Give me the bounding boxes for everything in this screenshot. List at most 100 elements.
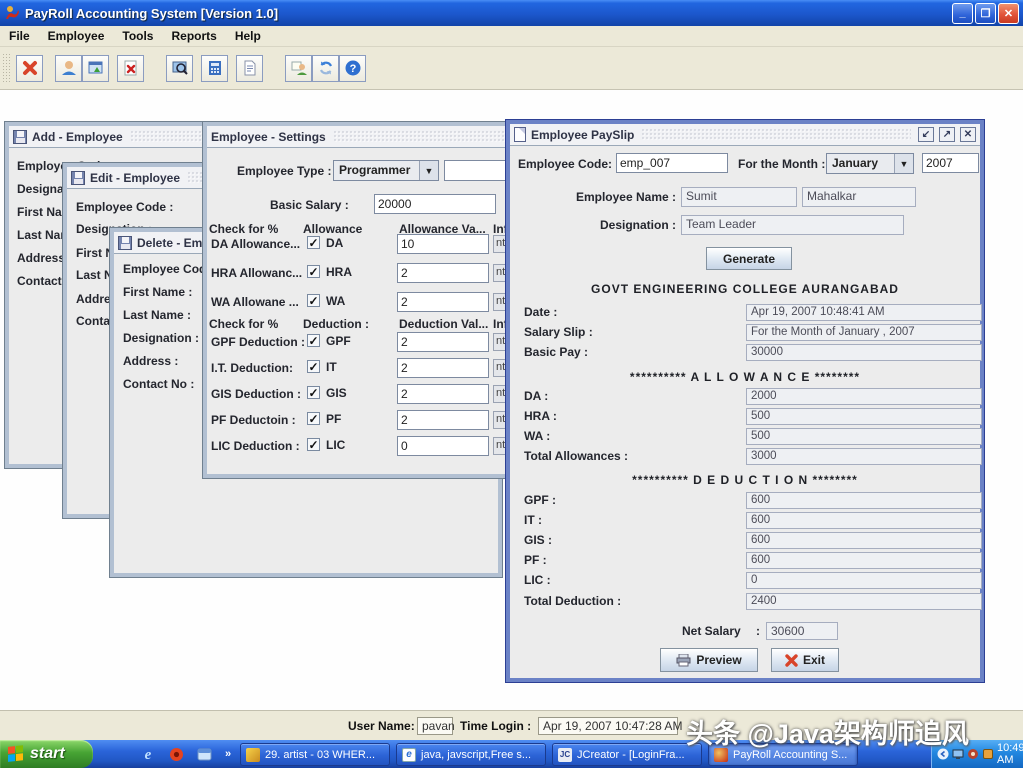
help-icon: ? xyxy=(344,59,362,77)
chevron-down-icon[interactable]: ▼ xyxy=(894,154,913,173)
preview-button[interactable]: Preview xyxy=(660,648,758,672)
delete-contact-label: Contact No : xyxy=(123,377,194,391)
gpf-checkbox[interactable]: ✓ xyxy=(307,334,320,347)
antivirus-icon[interactable] xyxy=(982,748,994,760)
employee-type-label: Employee Type : xyxy=(237,164,331,178)
restore-button[interactable]: ❐ xyxy=(975,3,996,24)
salary-slip-label: Salary Slip : xyxy=(524,325,593,339)
svg-text:e: e xyxy=(145,747,152,762)
lic-checkbox[interactable]: ✓ xyxy=(307,438,320,451)
start-button-label: start xyxy=(30,745,65,763)
generate-button[interactable]: Generate xyxy=(706,247,792,270)
toolbar-grip[interactable] xyxy=(2,53,11,83)
pf-value-input[interactable] xyxy=(397,410,489,430)
total-allowances-label: Total Allowances : xyxy=(524,449,628,463)
add-employee-title: Add - Employee xyxy=(32,130,123,144)
employee-query-button[interactable] xyxy=(285,55,312,82)
deduction-header: Deduction : xyxy=(303,317,369,331)
open-window-button[interactable] xyxy=(82,55,109,82)
close-button[interactable]: ✕ xyxy=(998,3,1019,24)
da-value-input[interactable] xyxy=(397,234,489,254)
add-employee-button[interactable] xyxy=(55,55,82,82)
find-button[interactable] xyxy=(166,55,193,82)
wa-value-input[interactable] xyxy=(397,292,489,312)
deduction-value-header: Deduction Val... xyxy=(399,317,488,331)
gis-field: 600 xyxy=(746,532,982,549)
deduction-section-header: ********** D E D U C T I O N ******** xyxy=(510,473,980,487)
window-arrow-icon xyxy=(87,59,105,77)
da-checkbox[interactable]: ✓ xyxy=(307,236,320,249)
payslip-titlebar[interactable]: Employee PaySlip ↙ ↗ ✕ xyxy=(510,124,980,146)
total-allowances-row: Total Allowances : 3000 xyxy=(510,448,980,466)
year-input[interactable] xyxy=(922,153,979,173)
net-salary-colon: : xyxy=(756,624,760,638)
gis-value-input[interactable] xyxy=(397,384,489,404)
explorer-icon[interactable] xyxy=(194,744,214,764)
task-artist[interactable]: 29. artist - 03 WHER... xyxy=(240,743,390,766)
allowance-section-header: ********** A L L O W A N C E ******** xyxy=(510,370,980,384)
da-label: DA : xyxy=(524,389,548,403)
delete-first-name-label: First Name : xyxy=(123,285,192,299)
it-checkbox[interactable]: ✓ xyxy=(307,360,320,373)
user-name-label: User Name: xyxy=(348,719,415,733)
person-note-icon xyxy=(290,59,308,77)
employee-payslip-window: Employee PaySlip ↙ ↗ ✕ Employee Code: Fo… xyxy=(506,120,984,682)
delete-record-button[interactable] xyxy=(117,55,144,82)
month-combobox[interactable]: January ▼ xyxy=(826,153,914,174)
delete-last-name-label: Last Name : xyxy=(123,308,191,322)
task-java-page[interactable]: e java, javscript,Free s... xyxy=(396,743,546,766)
wa-field: 500 xyxy=(746,428,982,445)
pf-checkbox[interactable]: ✓ xyxy=(307,412,320,425)
gis-checkbox[interactable]: ✓ xyxy=(307,386,320,399)
minimize-button[interactable]: _ xyxy=(952,3,973,24)
menu-tools[interactable]: Tools xyxy=(113,29,162,43)
it-field: 600 xyxy=(746,512,982,529)
exit-button[interactable] xyxy=(16,55,43,82)
date-label: Date : xyxy=(524,305,557,319)
calculator-button[interactable] xyxy=(201,55,228,82)
frame-maximize-button[interactable]: ↗ xyxy=(939,127,955,142)
help-button[interactable]: ? xyxy=(339,55,366,82)
employee-type-combobox[interactable]: Programmer ▼ xyxy=(333,160,439,181)
media-player-icon[interactable] xyxy=(166,744,186,764)
basic-pay-row: Basic Pay : 30000 xyxy=(510,344,980,362)
window-titlebar[interactable]: PayRoll Accounting System [Version 1.0] … xyxy=(0,0,1023,26)
frame-minimize-button[interactable]: ↙ xyxy=(918,127,934,142)
exit-button-label: Exit xyxy=(803,653,825,667)
menu-reports[interactable]: Reports xyxy=(162,29,225,43)
wa-checkbox[interactable]: ✓ xyxy=(307,294,320,307)
payslip-employee-code-input[interactable] xyxy=(616,153,728,173)
gis-row: GIS : 600 xyxy=(510,532,980,550)
refresh-button[interactable] xyxy=(312,55,339,82)
screen: PayRoll Accounting System [Version 1.0] … xyxy=(0,0,1023,768)
report-button[interactable] xyxy=(236,55,263,82)
task-icon: JC xyxy=(558,748,572,762)
hra-value-input[interactable] xyxy=(397,263,489,283)
lic-field: 0 xyxy=(746,572,982,589)
hra-checkbox[interactable]: ✓ xyxy=(307,265,320,278)
gpf-value-input[interactable] xyxy=(397,332,489,352)
floppy-icon xyxy=(71,171,85,185)
it-value-input[interactable] xyxy=(397,358,489,378)
chevron-down-icon[interactable]: ▼ xyxy=(419,161,438,180)
menu-employee[interactable]: Employee xyxy=(39,29,114,43)
lic-value-input[interactable] xyxy=(397,436,489,456)
wa-label: WA : xyxy=(524,429,550,443)
it-label: IT : xyxy=(524,513,542,527)
exit-payslip-button[interactable]: Exit xyxy=(771,648,839,672)
basic-salary-input[interactable] xyxy=(374,194,496,214)
internet-explorer-icon[interactable]: e xyxy=(138,744,158,764)
date-row: Date : Apr 19, 2007 10:48:41 AM xyxy=(510,304,980,322)
task-jcreator[interactable]: JC JCreator - [LoginFra... xyxy=(552,743,702,766)
task-jcreator-label: JCreator - [LoginFra... xyxy=(577,749,685,761)
refresh-icon xyxy=(317,59,335,77)
menu-help[interactable]: Help xyxy=(226,29,270,43)
org-name: GOVT ENGINEERING COLLEGE AURANGABAD xyxy=(510,282,980,296)
total-allowances-field: 3000 xyxy=(746,448,982,465)
start-button[interactable]: start xyxy=(0,740,93,768)
edit-employee-title: Edit - Employee xyxy=(90,171,180,185)
frame-close-button[interactable]: ✕ xyxy=(960,127,976,142)
search-screen-icon xyxy=(171,59,189,77)
menu-file[interactable]: File xyxy=(0,29,39,43)
overflow-chevron-icon[interactable]: » xyxy=(218,744,238,764)
